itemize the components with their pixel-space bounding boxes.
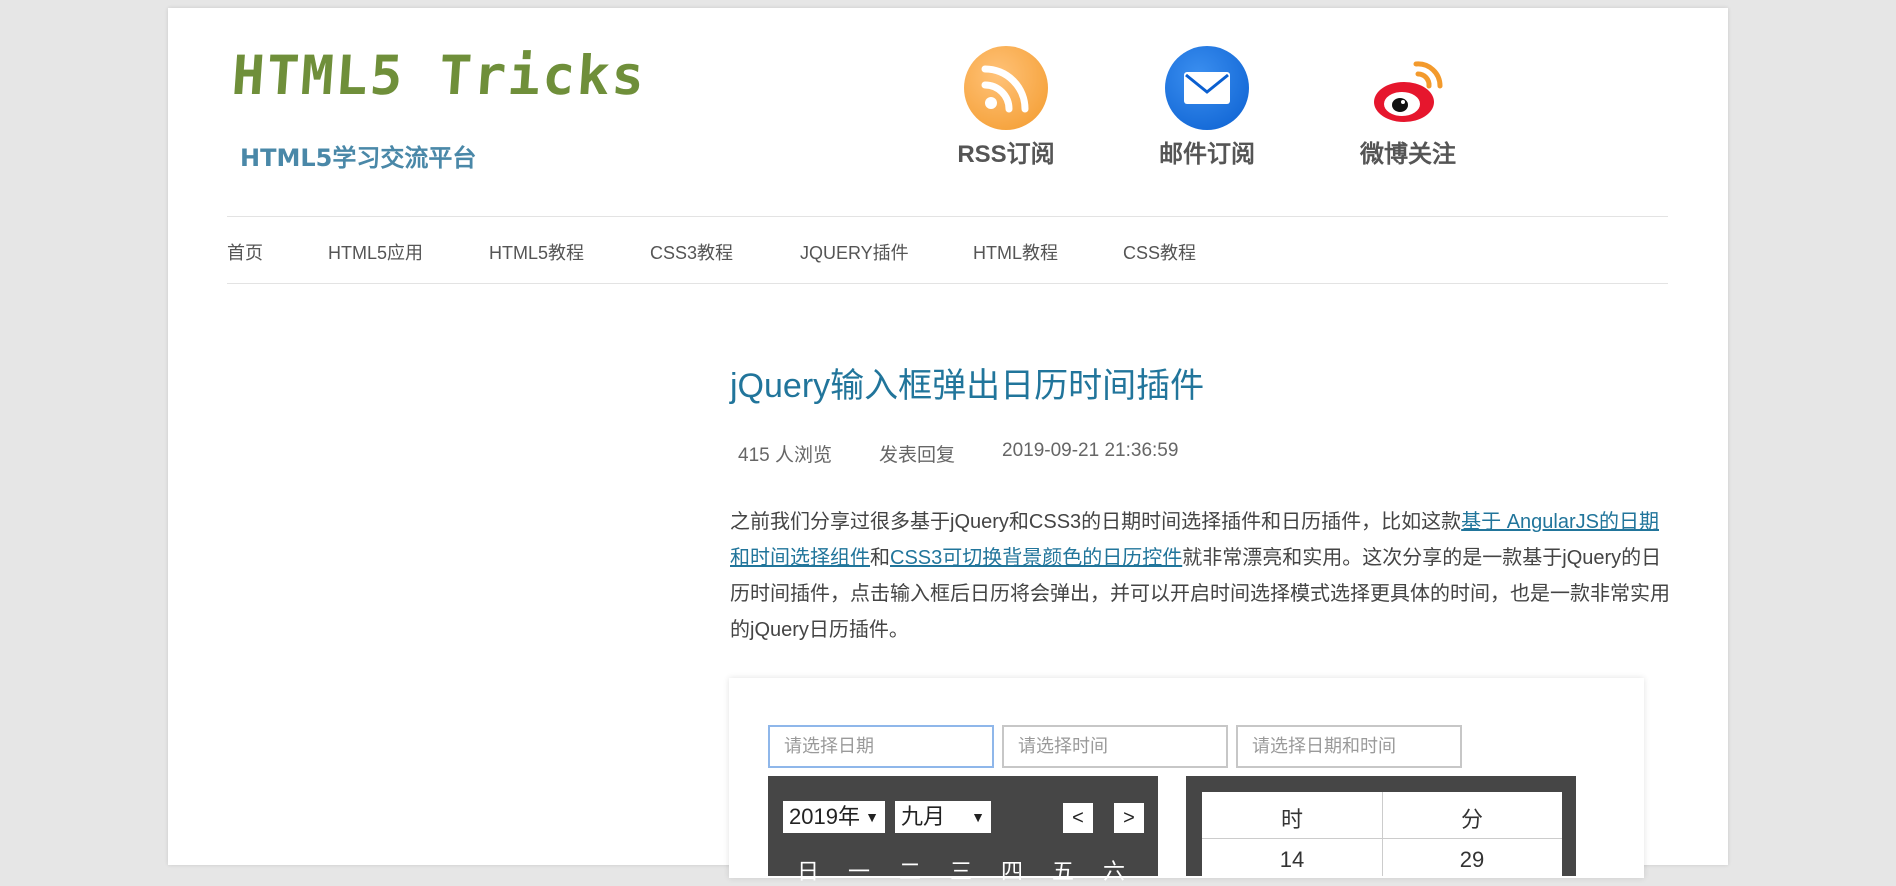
mail-subscribe[interactable]: 邮件订阅 (1137, 46, 1277, 169)
weekday-label: 二 (898, 859, 921, 884)
month-select[interactable]: 九月 ▼ (895, 801, 991, 833)
intro-text-and: 和 (870, 547, 890, 569)
next-month-button[interactable]: > (1114, 803, 1144, 833)
nav-item-html-tutorials[interactable]: HTML教程 (973, 239, 1058, 265)
time-picker-popup: 时 分 14 29 (1186, 776, 1576, 876)
chevron-down-icon: ▼ (865, 809, 879, 825)
rss-icon (964, 46, 1048, 130)
rss-subscribe[interactable]: RSS订阅 (936, 46, 1076, 169)
site-logo[interactable]: HTML5 Tricks (230, 44, 649, 107)
weekday-label: 四 (1000, 859, 1023, 884)
date-input[interactable] (768, 725, 994, 768)
reply-link[interactable]: 发表回复 (879, 440, 955, 467)
nav-item-css-tutorials[interactable]: CSS教程 (1123, 239, 1196, 265)
time-table: 时 分 14 29 (1202, 792, 1562, 876)
calendar-popup: 2019年 ▼ 九月 ▼ < > 日 一 二 三 四 五 六 (768, 776, 1158, 884)
hour-header: 时 (1280, 807, 1303, 832)
nav-item-html5-apps[interactable]: HTML5应用 (328, 239, 423, 265)
demo-panel: 2019年 ▼ 九月 ▼ < > 日 一 二 三 四 五 六 时 分 14 (729, 678, 1644, 884)
nav-item-home[interactable]: 首页 (227, 239, 263, 265)
post-date: 2019-09-21 21:36:59 (1002, 440, 1179, 461)
minute-option[interactable]: 29 (1382, 847, 1562, 873)
weekday-label: 六 (1102, 859, 1125, 884)
month-value: 九月 (901, 804, 946, 829)
chevron-down-icon: ▼ (971, 809, 985, 825)
css3-calendar-link[interactable]: CSS3可切换背景颜色的日历控件 (890, 547, 1182, 569)
site-tagline: HTML5学习交流平台 (240, 144, 477, 172)
prev-month-button[interactable]: < (1063, 803, 1093, 833)
main-nav: 首页 HTML5应用 HTML5教程 CSS3教程 JQUERY插件 HTML教… (227, 216, 1668, 284)
divider (1202, 838, 1562, 839)
time-input[interactable] (1002, 725, 1228, 768)
article-intro: 之前我们分享过很多基于jQuery和CSS3的日期时间选择插件和日历插件，比如这… (730, 504, 1670, 648)
intro-text-1: 之前我们分享过很多基于jQuery和CSS3的日期时间选择插件和日历插件，比如这… (730, 511, 1462, 533)
weibo-label: 微博关注 (1360, 141, 1456, 168)
rss-label: RSS订阅 (957, 141, 1055, 168)
weibo-follow[interactable]: 微博关注 (1338, 46, 1478, 169)
mail-icon (1165, 46, 1249, 130)
weekday-label: 五 (1051, 859, 1074, 884)
weekday-label: 三 (949, 859, 972, 884)
weekday-label: 一 (847, 859, 870, 884)
mail-label: 邮件订阅 (1159, 141, 1255, 168)
hour-option[interactable]: 14 (1202, 847, 1382, 873)
nav-item-jquery-plugins[interactable]: JQUERY插件 (800, 239, 909, 265)
page-container: HTML5 Tricks HTML5学习交流平台 RSS订阅 邮件订阅 微博关注… (168, 8, 1728, 884)
article-title[interactable]: jQuery输入框弹出日历时间插件 (730, 358, 1204, 407)
nav-item-css3-tutorials[interactable]: CSS3教程 (650, 239, 733, 265)
weibo-icon (1366, 46, 1450, 130)
minute-header: 分 (1460, 807, 1483, 832)
year-value: 2019年 (789, 804, 860, 829)
view-count: 415 人浏览 (738, 445, 832, 466)
year-select[interactable]: 2019年 ▼ (783, 801, 885, 833)
weekday-label: 日 (796, 859, 819, 884)
datetime-input[interactable] (1236, 725, 1462, 768)
nav-item-html5-tutorials[interactable]: HTML5教程 (489, 239, 584, 265)
